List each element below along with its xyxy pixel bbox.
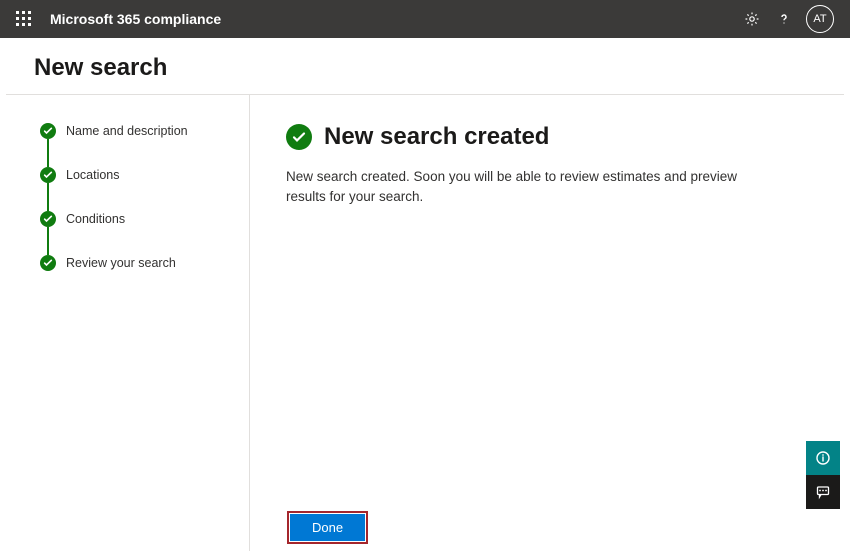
step-connector (47, 227, 49, 255)
global-header: Microsoft 365 compliance AT (0, 0, 850, 38)
info-float-button[interactable] (806, 441, 840, 475)
step-label: Name and description (66, 124, 188, 138)
step-conditions[interactable]: Conditions (40, 211, 235, 227)
check-icon (40, 255, 56, 271)
help-icon[interactable] (768, 3, 800, 35)
app-title: Microsoft 365 compliance (50, 11, 221, 27)
wizard-footer: Done (290, 514, 365, 541)
done-button[interactable]: Done (290, 514, 365, 541)
step-name-description[interactable]: Name and description (40, 123, 235, 139)
result-header: New search created (286, 123, 808, 151)
step-connector (47, 139, 49, 167)
wizard-stepper: Name and description Locations Condition… (6, 95, 250, 551)
result-body-text: New search created. Soon you will be abl… (286, 167, 766, 206)
app-launcher-icon[interactable] (16, 11, 32, 27)
check-icon (40, 211, 56, 227)
step-label: Conditions (66, 212, 125, 226)
page-title: New search (0, 38, 850, 94)
content-area: Name and description Locations Condition… (6, 94, 844, 551)
feedback-float-button[interactable] (806, 475, 840, 509)
check-icon (40, 123, 56, 139)
user-avatar[interactable]: AT (806, 5, 834, 33)
main-panel: New search created New search created. S… (250, 95, 844, 551)
step-label: Review your search (66, 256, 176, 270)
step-connector (47, 183, 49, 211)
settings-icon[interactable] (736, 3, 768, 35)
floating-actions (806, 441, 840, 509)
success-check-icon (286, 124, 312, 150)
result-title: New search created (324, 123, 549, 151)
step-review[interactable]: Review your search (40, 255, 235, 271)
step-label: Locations (66, 168, 120, 182)
check-icon (40, 167, 56, 183)
step-locations[interactable]: Locations (40, 167, 235, 183)
